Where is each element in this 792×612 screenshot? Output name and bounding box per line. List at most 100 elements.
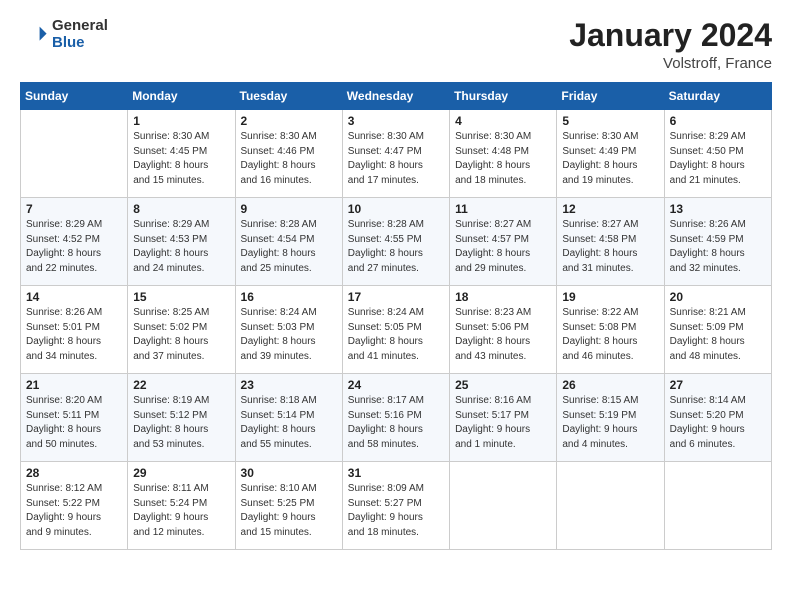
- day-cell: 19 Sunrise: 8:22 AM Sunset: 5:08 PM Dayli…: [557, 286, 664, 374]
- logo-icon: [20, 21, 48, 49]
- day-info: Sunrise: 8:28 AM Sunset: 4:54 PM Dayligh…: [241, 218, 337, 276]
- day-number: 10: [348, 202, 444, 216]
- day-number: 29: [133, 466, 229, 480]
- day-info: Sunrise: 8:30 AM Sunset: 4:48 PM Dayligh…: [455, 130, 551, 188]
- day-number: 24: [348, 378, 444, 392]
- header-row: Sunday Monday Tuesday Wednesday Thursday…: [21, 83, 772, 110]
- col-wednesday: Wednesday: [342, 83, 449, 110]
- day-cell: 5Sunrise: 8:30 AM Sunset: 4:49 PM Daylig…: [557, 110, 664, 198]
- col-tuesday: Tuesday: [235, 83, 342, 110]
- day-info: Sunrise: 8:21 AM Sunset: 5:09 PM Dayligh…: [670, 306, 766, 364]
- day-cell: 13 Sunrise: 8:26 AM Sunset: 4:59 PM Dayli…: [664, 198, 771, 286]
- day-number: 7: [26, 202, 122, 216]
- day-cell: 18Sunrise: 8:23 AM Sunset: 5:06 PM Dayli…: [450, 286, 557, 374]
- day-info: Sunrise: 8:24 AM Sunset: 5:05 PM Dayligh…: [348, 306, 444, 364]
- day-number: 23: [241, 378, 337, 392]
- day-number: 5: [562, 114, 658, 128]
- day-number: 21: [26, 378, 122, 392]
- day-info: Sunrise: 8:30 AM Sunset: 4:45 PM Dayligh…: [133, 130, 229, 188]
- day-number: 28: [26, 466, 122, 480]
- day-number: 27: [670, 378, 766, 392]
- day-cell: 2 Sunrise: 8:30 AM Sunset: 4:46 PM Daylig…: [235, 110, 342, 198]
- day-cell: 10Sunrise: 8:28 AM Sunset: 4:55 PM Dayli…: [342, 198, 449, 286]
- day-info: Sunrise: 8:29 AM Sunset: 4:52 PM Dayligh…: [26, 218, 122, 276]
- logo-general-label: General: [52, 18, 108, 35]
- day-info: Sunrise: 8:23 AM Sunset: 5:06 PM Dayligh…: [455, 306, 551, 364]
- day-info: Sunrise: 8:09 AM Sunset: 5:27 PM Dayligh…: [348, 482, 444, 540]
- day-cell: 12 Sunrise: 8:27 AM Sunset: 4:58 PM Dayli…: [557, 198, 664, 286]
- day-cell: 29 Sunrise: 8:11 AM Sunset: 5:24 PM Dayli…: [128, 462, 235, 550]
- week-row-3: 21Sunrise: 8:20 AM Sunset: 5:11 PM Dayli…: [21, 374, 772, 462]
- day-cell: 30 Sunrise: 8:10 AM Sunset: 5:25 PM Dayli…: [235, 462, 342, 550]
- day-info: Sunrise: 8:16 AM Sunset: 5:17 PM Dayligh…: [455, 394, 551, 452]
- week-row-4: 28 Sunrise: 8:12 AM Sunset: 5:22 PM Dayli…: [21, 462, 772, 550]
- day-info: Sunrise: 8:30 AM Sunset: 4:46 PM Dayligh…: [241, 130, 337, 188]
- day-number: 25: [455, 378, 551, 392]
- day-cell: 23Sunrise: 8:18 AM Sunset: 5:14 PM Dayli…: [235, 374, 342, 462]
- day-number: 19: [562, 290, 658, 304]
- day-info: Sunrise: 8:15 AM Sunset: 5:19 PM Dayligh…: [562, 394, 658, 452]
- day-cell: 28 Sunrise: 8:12 AM Sunset: 5:22 PM Dayli…: [21, 462, 128, 550]
- day-cell: 31 Sunrise: 8:09 AM Sunset: 5:27 PM Dayli…: [342, 462, 449, 550]
- day-number: 9: [241, 202, 337, 216]
- day-number: 31: [348, 466, 444, 480]
- day-cell: 14Sunrise: 8:26 AM Sunset: 5:01 PM Dayli…: [21, 286, 128, 374]
- logo: General Blue: [20, 18, 108, 51]
- week-row-0: 1 Sunrise: 8:30 AM Sunset: 4:45 PM Daylig…: [21, 110, 772, 198]
- day-cell: [21, 110, 128, 198]
- day-number: 1: [133, 114, 229, 128]
- day-number: 2: [241, 114, 337, 128]
- day-info: Sunrise: 8:10 AM Sunset: 5:25 PM Dayligh…: [241, 482, 337, 540]
- page: General Blue January 2024 Volstroff, Fra…: [0, 0, 792, 612]
- day-info: Sunrise: 8:26 AM Sunset: 4:59 PM Dayligh…: [670, 218, 766, 276]
- day-number: 11: [455, 202, 551, 216]
- day-cell: 9 Sunrise: 8:28 AM Sunset: 4:54 PM Daylig…: [235, 198, 342, 286]
- day-cell: 4 Sunrise: 8:30 AM Sunset: 4:48 PM Daylig…: [450, 110, 557, 198]
- day-info: Sunrise: 8:11 AM Sunset: 5:24 PM Dayligh…: [133, 482, 229, 540]
- day-cell: 3 Sunrise: 8:30 AM Sunset: 4:47 PM Daylig…: [342, 110, 449, 198]
- day-number: 6: [670, 114, 766, 128]
- day-cell: [450, 462, 557, 550]
- header: General Blue January 2024 Volstroff, Fra…: [20, 18, 772, 72]
- day-number: 12: [562, 202, 658, 216]
- day-number: 17: [348, 290, 444, 304]
- day-info: Sunrise: 8:30 AM Sunset: 4:47 PM Dayligh…: [348, 130, 444, 188]
- day-cell: 27 Sunrise: 8:14 AM Sunset: 5:20 PM Dayli…: [664, 374, 771, 462]
- calendar-table: Sunday Monday Tuesday Wednesday Thursday…: [20, 82, 772, 550]
- day-number: 3: [348, 114, 444, 128]
- day-cell: [557, 462, 664, 550]
- day-cell: 15Sunrise: 8:25 AM Sunset: 5:02 PM Dayli…: [128, 286, 235, 374]
- day-info: Sunrise: 8:27 AM Sunset: 4:58 PM Dayligh…: [562, 218, 658, 276]
- day-cell: 25 Sunrise: 8:16 AM Sunset: 5:17 PM Dayli…: [450, 374, 557, 462]
- day-number: 16: [241, 290, 337, 304]
- day-info: Sunrise: 8:17 AM Sunset: 5:16 PM Dayligh…: [348, 394, 444, 452]
- day-info: Sunrise: 8:14 AM Sunset: 5:20 PM Dayligh…: [670, 394, 766, 452]
- day-info: Sunrise: 8:27 AM Sunset: 4:57 PM Dayligh…: [455, 218, 551, 276]
- day-cell: 26 Sunrise: 8:15 AM Sunset: 5:19 PM Dayli…: [557, 374, 664, 462]
- day-number: 8: [133, 202, 229, 216]
- logo-text: General Blue: [52, 18, 108, 51]
- day-cell: 17 Sunrise: 8:24 AM Sunset: 5:05 PM Dayli…: [342, 286, 449, 374]
- day-info: Sunrise: 8:25 AM Sunset: 5:02 PM Dayligh…: [133, 306, 229, 364]
- day-cell: 8 Sunrise: 8:29 AM Sunset: 4:53 PM Daylig…: [128, 198, 235, 286]
- col-thursday: Thursday: [450, 83, 557, 110]
- day-cell: 6Sunrise: 8:29 AM Sunset: 4:50 PM Daylig…: [664, 110, 771, 198]
- col-monday: Monday: [128, 83, 235, 110]
- day-number: 30: [241, 466, 337, 480]
- day-info: Sunrise: 8:22 AM Sunset: 5:08 PM Dayligh…: [562, 306, 658, 364]
- day-info: Sunrise: 8:19 AM Sunset: 5:12 PM Dayligh…: [133, 394, 229, 452]
- day-number: 13: [670, 202, 766, 216]
- subtitle: Volstroff, France: [569, 55, 772, 72]
- day-number: 4: [455, 114, 551, 128]
- day-cell: 11 Sunrise: 8:27 AM Sunset: 4:57 PM Dayli…: [450, 198, 557, 286]
- day-cell: 22Sunrise: 8:19 AM Sunset: 5:12 PM Dayli…: [128, 374, 235, 462]
- day-info: Sunrise: 8:12 AM Sunset: 5:22 PM Dayligh…: [26, 482, 122, 540]
- week-row-1: 7 Sunrise: 8:29 AM Sunset: 4:52 PM Daylig…: [21, 198, 772, 286]
- title-block: January 2024 Volstroff, France: [569, 18, 772, 72]
- day-cell: 1 Sunrise: 8:30 AM Sunset: 4:45 PM Daylig…: [128, 110, 235, 198]
- col-saturday: Saturday: [664, 83, 771, 110]
- day-number: 14: [26, 290, 122, 304]
- week-row-2: 14Sunrise: 8:26 AM Sunset: 5:01 PM Dayli…: [21, 286, 772, 374]
- day-number: 26: [562, 378, 658, 392]
- day-info: Sunrise: 8:29 AM Sunset: 4:53 PM Dayligh…: [133, 218, 229, 276]
